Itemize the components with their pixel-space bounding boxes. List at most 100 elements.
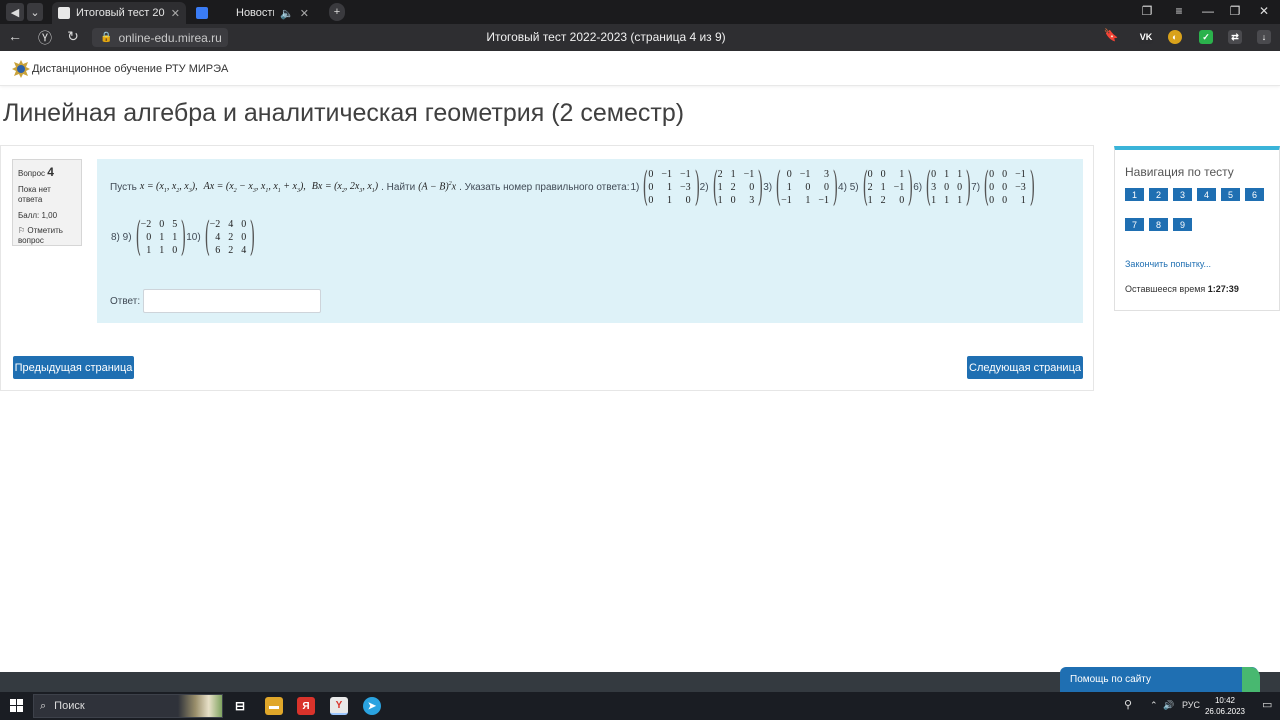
task-view-icon[interactable]: ⊟ [231, 697, 249, 715]
yandex-app-icon[interactable]: Y [330, 697, 348, 715]
matrix-cell: −1 [1015, 168, 1026, 180]
bookmark-icon[interactable]: 🔖 [1102, 28, 1120, 42]
time-left: Оставшееся время 1:27:39 [1125, 284, 1239, 294]
matrix-cell: 1 [730, 168, 736, 180]
quiz-page-button[interactable]: 4 [1197, 188, 1216, 201]
right-paren: ) [1029, 164, 1035, 210]
option-label: 1) [630, 181, 640, 193]
speaker-icon[interactable]: 🔈 [280, 7, 294, 20]
matrix-cell: 0 [241, 218, 247, 230]
answer-input[interactable] [143, 289, 322, 313]
shield-icon[interactable]: ✓ [1199, 30, 1213, 44]
matrix-cell: 3 [749, 194, 755, 206]
question-text-row1: Пусть x = (x1, x2, x3), Ax = (x2 − x3, x… [110, 164, 1035, 210]
left-paren: ( [135, 214, 141, 260]
download-icon[interactable]: ↓ [1257, 30, 1271, 44]
matrix-cell: 0 [880, 168, 886, 180]
finish-attempt-link[interactable]: Закончить попытку... [1125, 259, 1211, 269]
matrix-grid: −2 0 5 0 1 1 1 1 0 [139, 219, 180, 256]
site-name[interactable]: Дистанционное обучение РТУ МИРЭА [32, 63, 228, 75]
explorer-icon[interactable]: ▬ [265, 697, 283, 715]
taskbar-search[interactable]: ⌕ Поиск [33, 694, 223, 718]
matrix-cell: 0 [867, 168, 873, 180]
extension-icon[interactable]: ◐ [1168, 30, 1182, 44]
windows-start-icon[interactable] [10, 699, 23, 712]
quiz-page-button[interactable]: 5 [1221, 188, 1240, 201]
matrix-cell: 0 [146, 231, 152, 243]
matrix-cell: 0 [749, 181, 755, 193]
notifications-icon[interactable]: ▭ [1262, 698, 1272, 711]
close-icon[interactable]: ✕ [300, 7, 309, 20]
left-paren: ( [862, 164, 868, 210]
matrix-cell: 1 [899, 168, 905, 180]
collections-icon[interactable]: ❐ [1139, 4, 1155, 18]
flag-question[interactable]: ⚐ Отметить вопрос [18, 226, 76, 245]
vk-icon[interactable]: VK [1139, 30, 1153, 44]
logo-icon[interactable] [10, 58, 32, 80]
matrix-cell: 1 [159, 231, 165, 243]
left-paren: ( [925, 164, 932, 210]
tab-news[interactable]: Новости 🔈 ✕ [190, 2, 320, 24]
quiz-page-button[interactable]: 9 [1173, 218, 1192, 231]
matrix-cell: 0 [899, 194, 905, 206]
quiz-page-button[interactable]: 3 [1173, 188, 1192, 201]
matrix-cell: 0 [648, 168, 654, 180]
close-window-icon[interactable]: ✕ [1256, 4, 1272, 18]
matrix-grid: 2 1 −1 1 2 0 1 0 3 [716, 169, 757, 206]
sound-icon[interactable]: ◀ [6, 3, 24, 21]
next-page-button[interactable]: Следующая страница [967, 356, 1083, 379]
matrix-cell: 2 [880, 194, 886, 206]
matrix-cell: 0 [648, 181, 654, 193]
telegram-icon[interactable]: ➤ [363, 697, 381, 715]
question-info: Вопрос 4 Пока нет ответа Балл: 1,00 ⚐ От… [12, 159, 82, 246]
translate-icon[interactable]: ⇄ [1228, 30, 1242, 44]
matrix-cell: 0 [786, 168, 792, 180]
matrix-cell: −1 [661, 168, 673, 180]
left-paren: ( [775, 164, 782, 210]
matrix-cell: 1 [944, 168, 950, 180]
matrix-cell: 0 [172, 244, 178, 256]
matrix-cell: 0 [1002, 181, 1008, 193]
close-icon[interactable]: ✕ [171, 7, 180, 20]
menu-icon[interactable]: ≡ [1171, 4, 1187, 18]
matrix-cell: 0 [1002, 168, 1008, 180]
matrix-cell: 0 [989, 181, 995, 193]
taskbar-clock[interactable]: 10:42 26.06.2023 [1196, 695, 1254, 717]
matrix-cell: 0 [685, 194, 691, 206]
matrix-cell: 3 [824, 168, 830, 180]
tab-quiz[interactable]: Итоговый тест 2022-20 ✕ [52, 2, 186, 24]
option-matrix: (0 1 1 3 0 0 1 1 1) [924, 164, 972, 210]
prev-page-button[interactable]: Предыдущая страница [13, 356, 134, 379]
search-highlight-image [178, 695, 222, 717]
help-button[interactable]: Помощь по сайту [1060, 667, 1258, 692]
chevron-up-icon[interactable]: ⌃ [1150, 700, 1158, 711]
page-title: Итоговый тест 2022-2023 (страница 4 из 9… [486, 30, 726, 44]
quiz-page-button[interactable]: 2 [1149, 188, 1168, 201]
quiz-page-button[interactable]: 6 [1245, 188, 1264, 201]
right-paren: ) [249, 214, 256, 260]
right-paren: ) [965, 164, 972, 210]
people-icon[interactable]: ⚲ [1124, 698, 1132, 711]
matrix-cell: 0 [931, 168, 937, 180]
matrix-cell: 1 [957, 194, 963, 206]
question-box: Пусть x = (x1, x2, x3), Ax = (x2 − x3, x… [97, 159, 1083, 323]
volume-icon[interactable]: 🔊 [1163, 700, 1174, 711]
yandex-browser-icon[interactable]: Я [297, 697, 315, 715]
minimize-icon[interactable]: — [1200, 4, 1216, 18]
restore-icon[interactable]: ❐ [1227, 4, 1243, 18]
option-matrix: (0 0 −1 0 0 −3 0 0 1) [982, 164, 1035, 210]
question-text-row2: 8) 9)(−2 0 5 0 1 1 1 1 0) 10)(−2 4 0 4 2 0 6 2 4) [110, 214, 256, 260]
matrix-cell: 1 [146, 244, 152, 256]
quiz-page-button[interactable]: 8 [1149, 218, 1168, 231]
matrix-grid: −2 4 0 4 2 0 6 2 4 [208, 219, 249, 256]
quiz-page-button[interactable]: 7 [1125, 218, 1144, 231]
quiz-page-button[interactable]: 1 [1125, 188, 1144, 201]
right-paren: ) [180, 214, 187, 260]
main-content: Вопрос 4 Пока нет ответа Балл: 1,00 ⚐ От… [0, 145, 1094, 391]
chevron-down-icon[interactable]: ⌄ [27, 3, 43, 21]
matrix-cell: 0 [957, 181, 963, 193]
matrix-cell: 1 [805, 194, 811, 206]
matrix-cell: −2 [209, 218, 221, 230]
new-tab-icon[interactable]: + [329, 3, 345, 21]
left-paren: ( [643, 164, 649, 210]
